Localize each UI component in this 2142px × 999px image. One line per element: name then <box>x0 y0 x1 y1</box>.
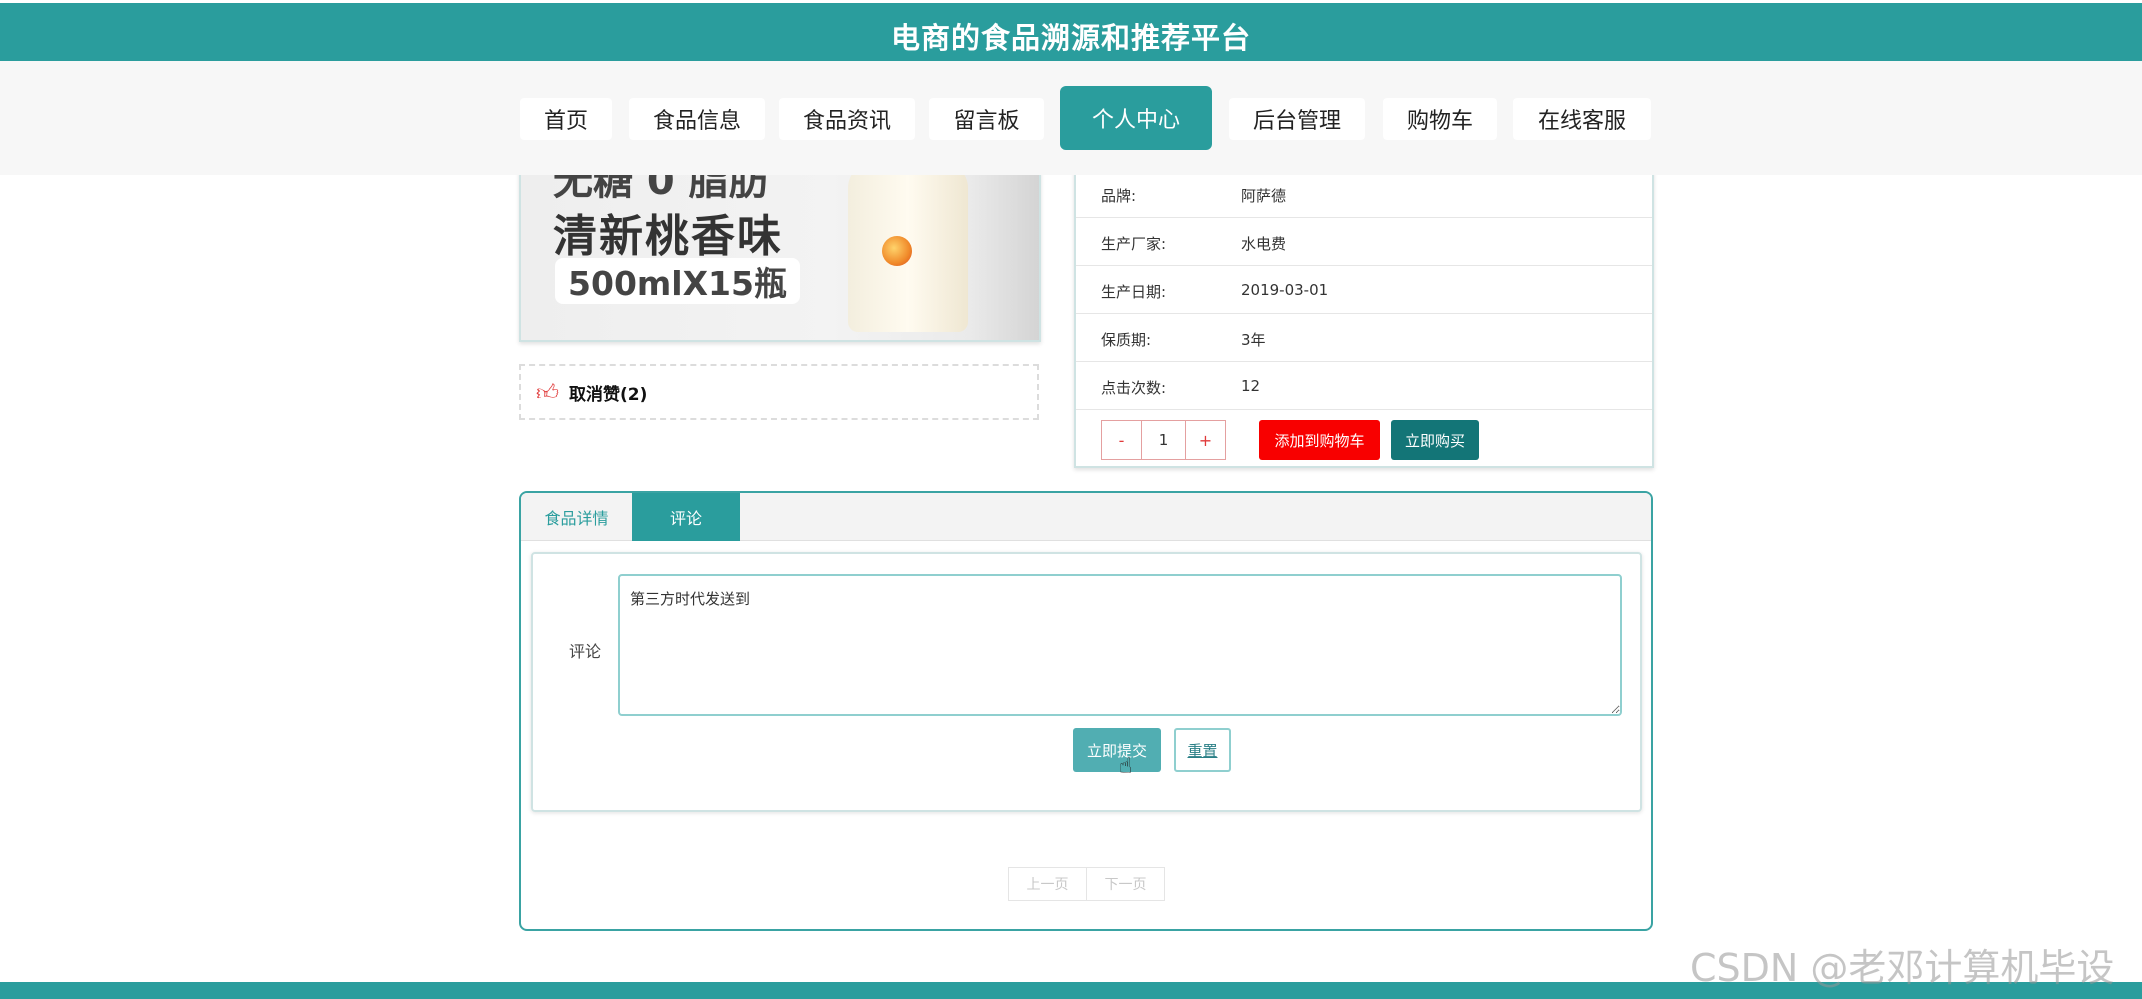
peach-icon <box>882 236 912 266</box>
comment-form: 评论 第三方时代发送到 立即提交 重置 ☝ <box>531 552 1642 812</box>
submit-button[interactable]: 立即提交 <box>1073 728 1161 772</box>
nav-item-online-service[interactable]: 在线客服 <box>1513 98 1651 140</box>
pagination: 上一页 下一页 <box>1008 867 1165 901</box>
nav-item-home[interactable]: 首页 <box>520 98 612 140</box>
nav-item-personal-center[interactable]: 个人中心 <box>1060 86 1212 150</box>
buy-now-button[interactable]: 立即购买 <box>1391 420 1479 460</box>
info-value: 12 <box>1241 377 1261 395</box>
nav-item-message-board[interactable]: 留言板 <box>929 98 1044 140</box>
quantity-plus-button[interactable]: + <box>1186 421 1225 459</box>
like-label: 取消赞(2) <box>569 384 648 405</box>
info-row-click-count: 点击次数: 12 <box>1076 362 1652 410</box>
prev-page-button[interactable]: 上一页 <box>1009 868 1086 900</box>
info-row-brand: 品牌: 阿萨德 <box>1076 170 1652 218</box>
site-title: 电商的食品溯源和推荐平台 <box>890 21 1251 55</box>
nav-item-cart[interactable]: 购物车 <box>1383 98 1497 140</box>
tab-food-detail[interactable]: 食品详情 <box>521 493 632 541</box>
info-row-manufacturer: 生产厂家: 水电费 <box>1076 218 1652 266</box>
nav-item-admin[interactable]: 后台管理 <box>1229 98 1365 140</box>
reset-button[interactable]: 重置 <box>1174 728 1231 772</box>
like-toggle[interactable]: 👍︎ 取消赞(2) <box>519 364 1039 420</box>
watermark: CSDN @老邓计算机毕设 <box>1690 946 2115 990</box>
product-image-text-3: 500mlX15瓶 <box>555 258 800 304</box>
comment-label: 评论 <box>569 642 602 661</box>
info-key: 生产厂家: <box>1101 235 1167 253</box>
comment-textarea[interactable]: 第三方时代发送到 <box>618 574 1622 716</box>
tab-bar: 食品详情 评论 <box>521 493 1651 541</box>
tab-comments[interactable]: 评论 <box>632 493 740 541</box>
next-page-button[interactable]: 下一页 <box>1086 868 1164 900</box>
info-key: 点击次数: <box>1101 379 1167 397</box>
info-row-shelf-life: 保质期: 3年 <box>1076 314 1652 362</box>
detail-tab-panel: 食品详情 评论 评论 第三方时代发送到 立即提交 重置 ☝ 上一页 下一页 <box>519 491 1653 931</box>
site-header: 电商的食品溯源和推荐平台 <box>0 3 2142 61</box>
product-image-text-2: 清新桃香味 <box>553 211 783 262</box>
purchase-row: - 1 + 添加到购物车 立即购买 <box>1076 410 1652 468</box>
info-key: 保质期: <box>1101 331 1152 349</box>
product-info-card: 品牌: 阿萨德 生产厂家: 水电费 生产日期: 2019-03-01 保质期: … <box>1074 170 1654 468</box>
thumbs-up-icon: 👍︎ <box>536 380 559 406</box>
quantity-stepper: - 1 + <box>1101 420 1226 460</box>
add-to-cart-button[interactable]: 添加到购物车 <box>1259 420 1380 460</box>
quantity-minus-button[interactable]: - <box>1102 421 1141 459</box>
info-key: 品牌: <box>1101 187 1137 205</box>
info-value: 2019-03-01 <box>1241 281 1329 299</box>
nav-item-food-news[interactable]: 食品资讯 <box>779 98 915 140</box>
nav-item-food-info[interactable]: 食品信息 <box>629 98 765 140</box>
info-row-production-date: 生产日期: 2019-03-01 <box>1076 266 1652 314</box>
quantity-input[interactable]: 1 <box>1141 421 1186 459</box>
main-nav: 首页 食品信息 食品资讯 留言板 个人中心 后台管理 购物车 在线客服 <box>0 61 2142 175</box>
product-image: 无糖 0 脂肪 清新桃香味 500mlX15瓶 <box>519 170 1041 342</box>
hand-pointer-icon: ☝ <box>1119 754 1133 779</box>
info-value: 水电费 <box>1241 235 1287 253</box>
info-key: 生产日期: <box>1101 283 1167 301</box>
info-value: 阿萨德 <box>1241 187 1287 205</box>
image-shade <box>969 172 1039 340</box>
info-value: 3年 <box>1241 331 1266 349</box>
